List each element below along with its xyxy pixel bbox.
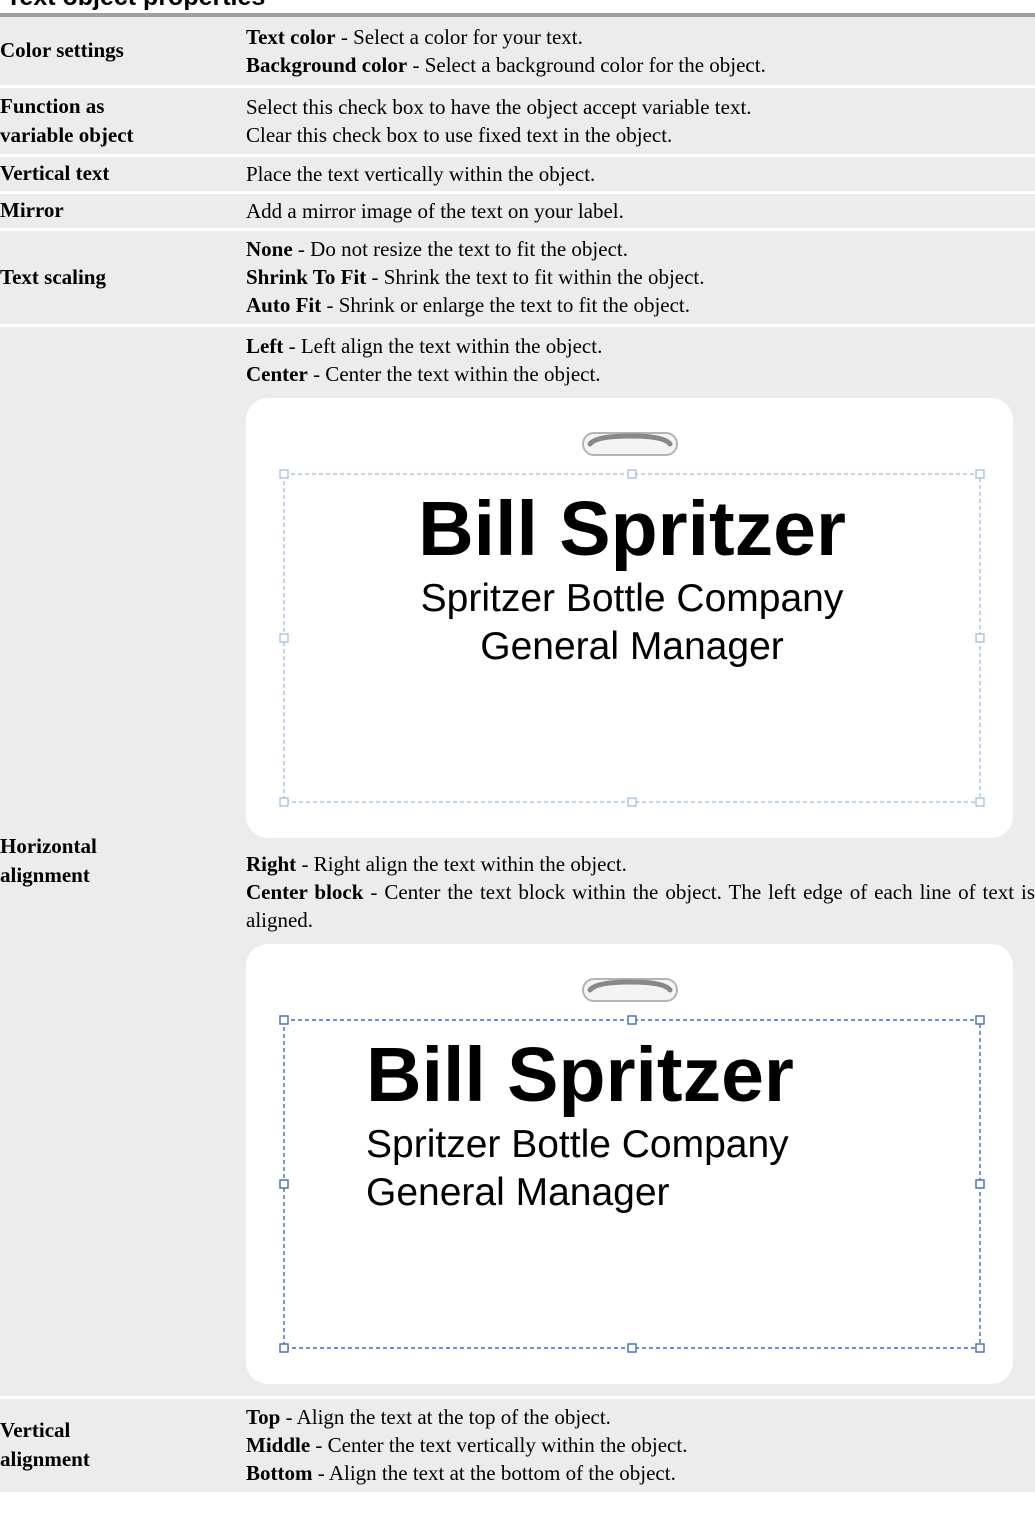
row-description: Text color - Select a color for your tex… <box>246 17 1035 88</box>
badge-slot-icon <box>582 977 678 1002</box>
term: Middle <box>246 1433 311 1457</box>
term: Top <box>246 1405 281 1429</box>
badge-illustration-centered: Bill Spritzer Spritzer Bottle Company Ge… <box>246 397 1035 838</box>
term: Text color <box>246 24 336 49</box>
term: Right <box>246 851 297 876</box>
badge-illustration-center-block: Bill Spritzer Spritzer Bottle Company Ge… <box>246 943 1035 1384</box>
row-label: Vertical alignment <box>0 1397 246 1495</box>
table-row: Horizontal alignment Left - Left align t… <box>0 325 1035 1399</box>
badge-position: General Manager <box>480 624 784 668</box>
badge-slot-icon <box>582 431 678 456</box>
badge-text-block: Bill Spritzer Spritzer Bottle Company Ge… <box>284 483 980 671</box>
row-label: Text scaling <box>0 229 246 327</box>
row-label: Function as variable object <box>0 86 246 157</box>
row-label: Vertical text <box>0 155 246 194</box>
term: Center <box>246 361 308 386</box>
row-label: Color settings <box>0 17 246 88</box>
row-description: Left - Left align the text within the ob… <box>246 325 1035 1399</box>
row-description: Place the text vertically within the obj… <box>246 155 1035 194</box>
table-row: Vertical text Place the text vertically … <box>0 155 1035 194</box>
row-label: Horizontal alignment <box>0 325 246 1399</box>
row-description: Add a mirror image of the text on your l… <box>246 192 1035 231</box>
term: Bottom <box>246 1461 313 1485</box>
badge-name: Bill Spritzer <box>366 1031 794 1118</box>
badge-preview: Bill Spritzer Spritzer Bottle Company Ge… <box>246 943 1013 1384</box>
table-row: Mirror Add a mirror image of the text on… <box>0 192 1035 231</box>
badge-name: Bill Spritzer <box>418 485 846 572</box>
table-row: Text scaling None - Do not resize the te… <box>0 229 1035 327</box>
row-label: Mirror <box>0 192 246 231</box>
term: Left <box>246 333 284 358</box>
badge-company: Spritzer Bottle Company <box>420 576 844 620</box>
term: Background color <box>246 52 408 77</box>
section-title: Text object properties <box>6 0 265 12</box>
row-description: None - Do not resize the text to fit the… <box>246 229 1035 327</box>
badge-company: Spritzer Bottle Company <box>366 1122 789 1166</box>
row-description: Top - Align the text at the top of the o… <box>246 1397 1035 1495</box>
term: Shrink To Fit <box>246 265 367 289</box>
row-description: Select this check box to have the object… <box>246 86 1035 157</box>
section-header: Text object properties <box>0 0 1035 17</box>
badge-preview: Bill Spritzer Spritzer Bottle Company Ge… <box>246 397 1013 838</box>
badge-position: General Manager <box>366 1170 670 1214</box>
table-row: Vertical alignment Top - Align the text … <box>0 1397 1035 1495</box>
table-row: Color settings Text color - Select a col… <box>0 17 1035 88</box>
badge-text-block: Bill Spritzer Spritzer Bottle Company Ge… <box>284 1029 980 1217</box>
properties-table: Color settings Text color - Select a col… <box>0 17 1035 1495</box>
term: Center block <box>246 879 364 904</box>
term: None <box>246 237 293 261</box>
term: Auto Fit <box>246 293 322 317</box>
table-row: Function as variable object Select this … <box>0 86 1035 157</box>
